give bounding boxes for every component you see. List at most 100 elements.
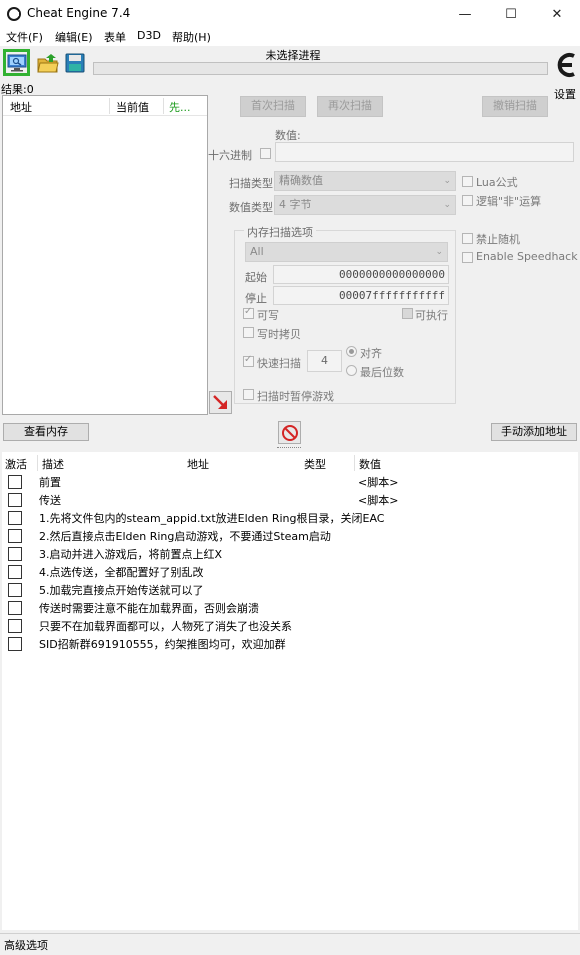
next-scan-button[interactable]: 再次扫描	[317, 96, 383, 117]
column-value[interactable]: 数值	[359, 456, 381, 472]
start-address-label: 起始	[245, 271, 267, 284]
scan-type-select[interactable]: 精确数值 ⌄	[274, 171, 456, 191]
speedhack-checkbox[interactable]	[462, 252, 473, 263]
view-memory-button[interactable]: 查看内存	[3, 423, 89, 441]
active-checkbox[interactable]	[8, 511, 22, 525]
computer-icon	[7, 54, 26, 71]
hex-checkbox[interactable]	[260, 148, 271, 159]
active-checkbox[interactable]	[8, 565, 22, 579]
table-row[interactable]: 2.然后直接点击Elden Ring启动游戏，不要通过Steam启动	[2, 526, 578, 544]
row-description: 只要不在加载界面都可以，人物死了消失了也没关系	[39, 620, 292, 633]
menu-d3d[interactable]: D3D	[137, 29, 161, 42]
fast-scan-alignment-input[interactable]: 4	[307, 350, 342, 372]
active-checkbox[interactable]	[8, 601, 22, 615]
close-button[interactable]: ✕	[534, 0, 580, 28]
settings-label[interactable]: 设置	[554, 86, 576, 102]
value-input[interactable]	[275, 142, 574, 162]
start-address-input[interactable]: 0000000000000000	[273, 265, 449, 284]
row-description: 3.启动并进入游戏后，将前置点上红X	[39, 548, 223, 561]
menu-edit[interactable]: 编辑(E)	[55, 29, 93, 45]
found-address-list[interactable]: 地址 当前值 先...	[2, 95, 208, 415]
pause-game-checkbox[interactable]	[243, 389, 254, 400]
column-address[interactable]: 地址	[10, 99, 32, 115]
open-file-button[interactable]	[34, 49, 61, 76]
maximize-button[interactable]: ☐	[488, 0, 534, 28]
copy-on-write-checkbox[interactable]	[243, 327, 254, 338]
copy-on-write-label: 写时拷贝	[257, 328, 301, 341]
active-checkbox[interactable]	[8, 493, 22, 507]
column-separator[interactable]	[354, 455, 355, 471]
active-checkbox[interactable]	[8, 583, 22, 597]
table-row[interactable]: 5.加载完直接点开始传送就可以了	[2, 580, 578, 598]
no-random-label: 禁止随机	[476, 233, 520, 246]
no-random-checkbox[interactable]	[462, 233, 473, 244]
table-row[interactable]: 前置 <脚本>	[2, 472, 578, 490]
fast-scan-checkbox[interactable]	[243, 354, 254, 367]
column-current-value[interactable]: 当前值	[116, 99, 149, 115]
floppy-disk-icon	[65, 53, 84, 72]
row-value: <脚本>	[358, 494, 399, 507]
save-button[interactable]	[61, 49, 88, 76]
menu-file[interactable]: 文件(F)	[6, 29, 43, 45]
column-separator[interactable]	[37, 455, 38, 471]
logic-not-checkbox[interactable]	[462, 195, 473, 206]
hex-label: 十六进制	[208, 149, 252, 162]
fast-scan-label: 快速扫描	[257, 357, 301, 370]
column-active[interactable]: 激活	[5, 456, 27, 472]
row-description: 1.先将文件包内的steam_appid.txt放进Elden Ring根目录，…	[39, 512, 385, 525]
cheat-engine-app-icon	[7, 7, 21, 21]
active-checkbox[interactable]	[8, 475, 22, 489]
add-address-manually-button[interactable]: 手动添加地址	[491, 423, 577, 441]
align-label: 对齐	[360, 347, 382, 360]
table-row[interactable]: 3.启动并进入游戏后，将前置点上红X	[2, 544, 578, 562]
prohibited-icon	[281, 424, 298, 441]
clear-list-button[interactable]	[278, 421, 301, 444]
lua-formula-checkbox[interactable]	[462, 176, 473, 187]
value-type-select[interactable]: 4 字节 ⌄	[274, 195, 456, 215]
first-scan-button[interactable]: 首次扫描	[240, 96, 306, 117]
column-separator[interactable]	[109, 98, 110, 114]
table-row[interactable]: 传送时需要注意不能在加载界面，否则会崩溃	[2, 598, 578, 616]
table-row[interactable]: 1.先将文件包内的steam_appid.txt放进Elden Ring根目录，…	[2, 508, 578, 526]
table-row[interactable]: 4.点选传送，全都配置好了别乱改	[2, 562, 578, 580]
undo-scan-button[interactable]: 撤销扫描	[482, 96, 548, 117]
column-previous-value[interactable]: 先...	[169, 99, 191, 115]
active-checkbox[interactable]	[8, 637, 22, 651]
last-digits-label: 最后位数	[360, 366, 404, 379]
value-type-value: 4 字节	[279, 198, 312, 211]
minimize-button[interactable]: —	[442, 0, 488, 28]
add-selected-to-list-button[interactable]	[209, 391, 232, 414]
table-row[interactable]: SID招新群691910555，约架推图均可，欢迎加群	[2, 634, 578, 652]
row-description: SID招新群691910555，约架推图均可，欢迎加群	[39, 638, 286, 651]
advanced-options-link[interactable]: 高级选项	[4, 937, 48, 953]
scan-type-value: 精确数值	[279, 174, 323, 187]
column-description[interactable]: 描述	[42, 456, 64, 472]
stop-address-input[interactable]: 00007fffffffffff	[273, 286, 449, 305]
title-bar[interactable]: Cheat Engine 7.4 — ☐ ✕	[0, 0, 580, 28]
lua-formula-label: Lua公式	[476, 176, 518, 189]
column-address[interactable]: 地址	[187, 456, 209, 472]
menu-table[interactable]: 表单	[104, 29, 126, 45]
panel-splitter[interactable]	[0, 445, 580, 451]
writable-checkbox[interactable]	[243, 306, 254, 319]
table-row[interactable]: 传送 <脚本>	[2, 490, 578, 508]
align-radio[interactable]	[346, 346, 357, 357]
open-process-button[interactable]	[3, 49, 30, 76]
chevron-down-icon: ⌄	[443, 176, 451, 186]
active-checkbox[interactable]	[8, 547, 22, 561]
row-description: 传送	[39, 494, 61, 507]
menu-help[interactable]: 帮助(H)	[172, 29, 211, 45]
table-row[interactable]: 只要不在加载界面都可以，人物死了消失了也没关系	[2, 616, 578, 634]
cheat-table[interactable]: 激活 描述 地址 类型 数值 前置 <脚本> 传送 <脚本> 1.先将文件包内的…	[2, 452, 578, 930]
executable-checkbox[interactable]	[402, 308, 413, 319]
cheat-engine-logo-icon[interactable]	[554, 50, 578, 84]
active-checkbox[interactable]	[8, 619, 22, 633]
column-type[interactable]: 类型	[304, 456, 326, 472]
window-title: Cheat Engine 7.4	[27, 6, 131, 20]
writable-label: 可写	[257, 309, 279, 322]
last-digits-radio[interactable]	[346, 365, 357, 376]
row-description: 传送时需要注意不能在加载界面，否则会崩溃	[39, 602, 259, 615]
column-separator[interactable]	[163, 98, 164, 114]
memory-region-select[interactable]: All ⌄	[245, 242, 448, 262]
active-checkbox[interactable]	[8, 529, 22, 543]
